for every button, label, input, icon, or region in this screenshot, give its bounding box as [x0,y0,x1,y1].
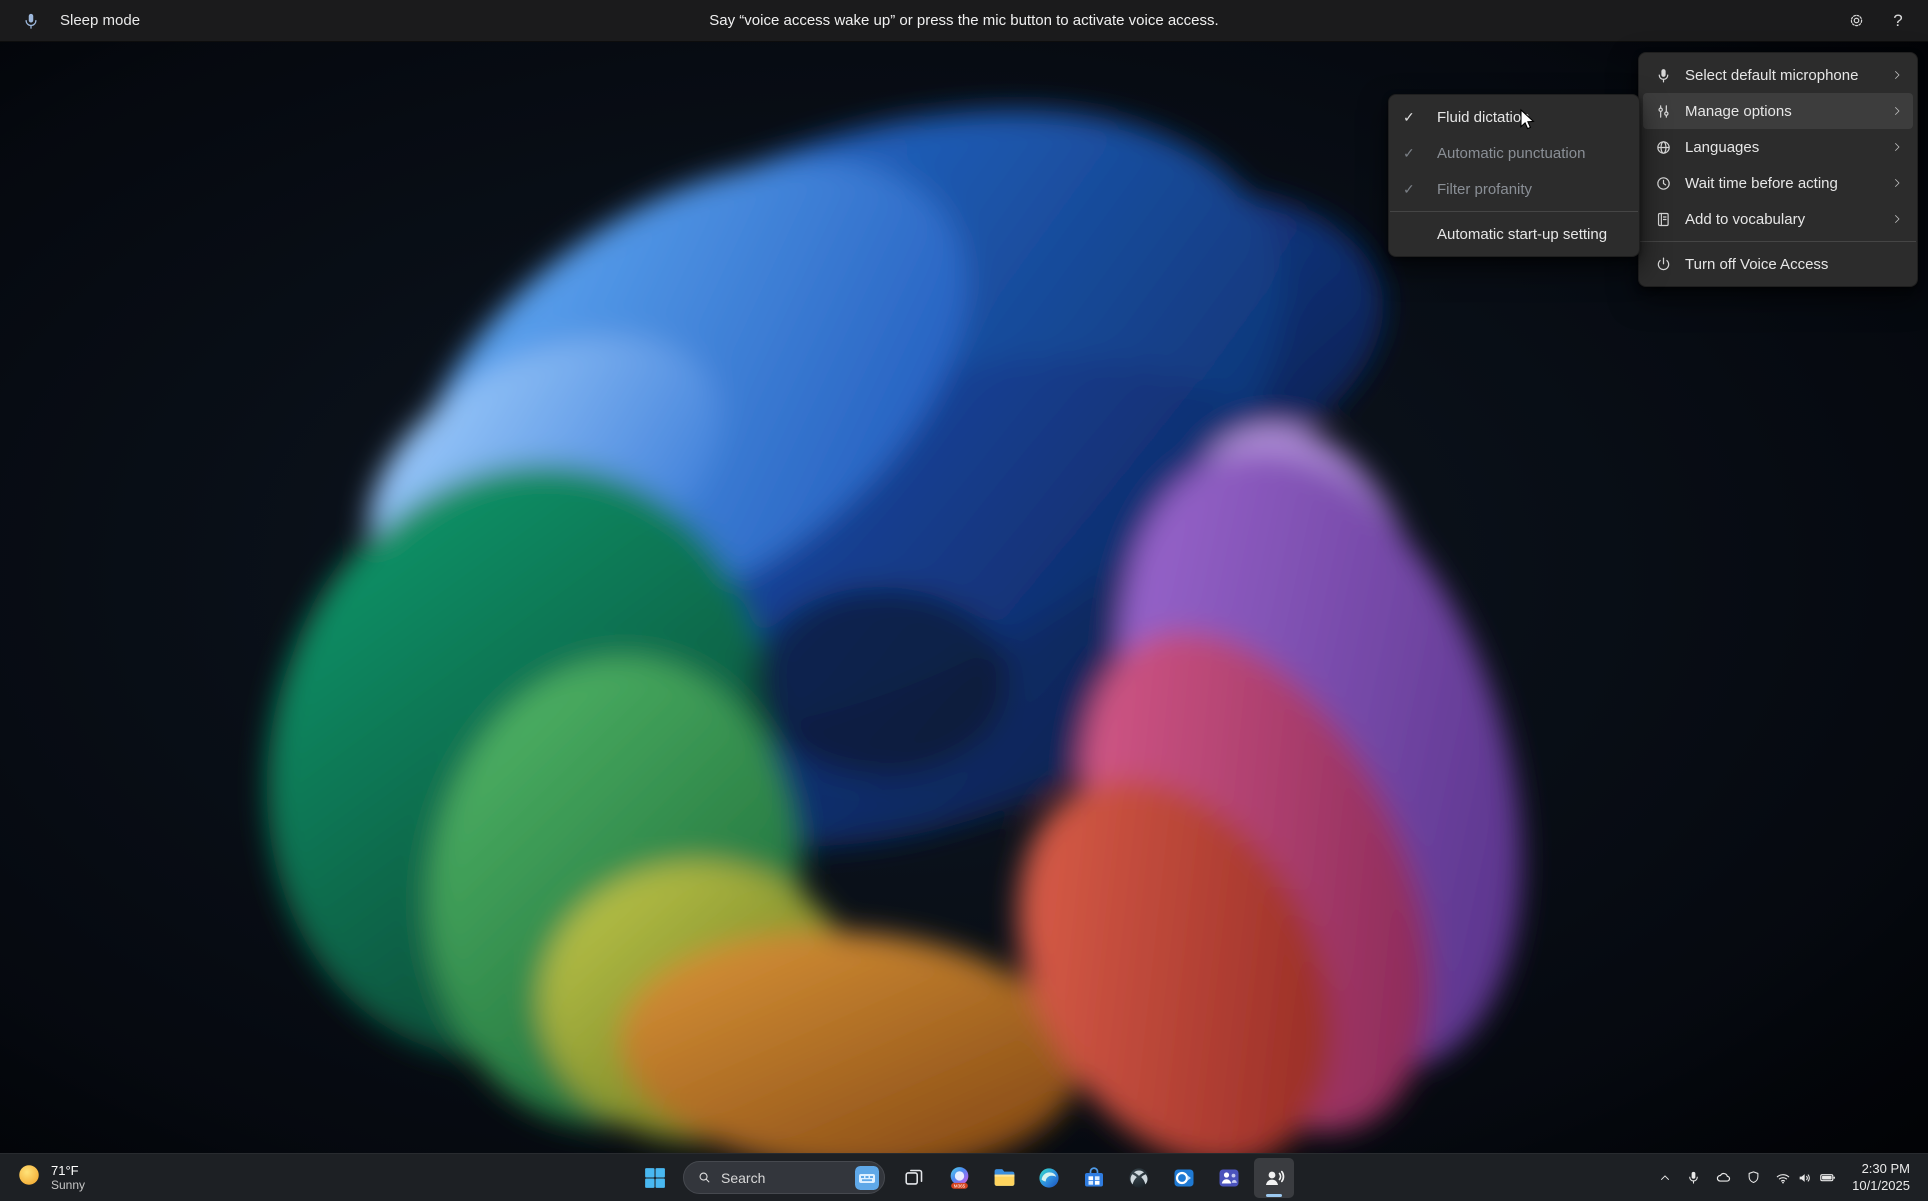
chevron-right-icon [1891,213,1903,225]
search-icon [697,1170,712,1185]
menu-item-select-default-microphone[interactable]: Select default microphone [1643,57,1913,93]
quick-settings-button[interactable] [1769,1160,1842,1196]
microphone-icon [1653,67,1673,84]
voice-access-mode-label: Sleep mode [60,12,140,29]
file-explorer-icon [992,1165,1017,1190]
clock-button[interactable]: 2:30 PM 10/1/2025 [1844,1161,1918,1195]
voice-access-app-button[interactable] [1254,1158,1294,1198]
xbox-button[interactable] [1119,1158,1159,1198]
menu-item-label: Languages [1685,139,1879,156]
m365-copilot-icon: M365 [947,1165,972,1190]
chevron-right-icon [1891,177,1903,189]
onedrive-cloud-icon [1715,1169,1732,1186]
menu-separator [1390,211,1638,212]
weather-condition: Sunny [51,1178,85,1192]
m365-badge: M365 [953,1184,965,1189]
voice-access-settings-gear-icon[interactable] [1840,5,1872,37]
menu-item-languages[interactable]: Languages [1643,129,1913,165]
task-view-icon [903,1167,925,1189]
windows-desktop-screen: Sleep mode Say “voice access wake up” or… [0,0,1928,1201]
task-view-button[interactable] [894,1158,934,1198]
chevron-right-icon [1891,141,1903,153]
submenu-item-label: Fluid dictation [1437,109,1625,126]
outlook-button[interactable] [1164,1158,1204,1198]
vocabulary-book-icon [1653,211,1673,228]
file-explorer-button[interactable] [984,1158,1024,1198]
tray-microphone-button[interactable] [1680,1160,1707,1196]
show-hidden-icons-button[interactable] [1652,1160,1678,1196]
tray-time: 2:30 PM [1862,1161,1910,1178]
weather-widget-button[interactable]: 71°F Sunny [4,1154,97,1201]
voice-access-app-icon [1262,1166,1286,1190]
active-app-indicator [1266,1194,1282,1197]
microsoft-store-button[interactable] [1074,1158,1114,1198]
chevron-right-icon [1891,69,1903,81]
menu-item-label: Wait time before acting [1685,175,1879,192]
menu-item-label: Manage options [1685,103,1879,120]
sliders-icon [1653,103,1673,120]
manage-options-submenu: ✓ Fluid dictation ✓ Automatic punctuatio… [1388,94,1640,257]
menu-item-label: Turn off Voice Access [1685,256,1903,273]
sun-icon [16,1162,42,1193]
check-icon: ✓ [1403,181,1425,198]
microsoft-store-icon [1082,1166,1106,1190]
edge-button[interactable] [1029,1158,1069,1198]
m365-copilot-button[interactable]: M365 [939,1158,979,1198]
teams-icon [1217,1166,1241,1190]
submenu-item-label: Automatic start-up setting [1437,226,1625,243]
voice-access-message: Say “voice access wake up” or press the … [709,12,1218,29]
menu-item-wait-time[interactable]: Wait time before acting [1643,165,1913,201]
submenu-item-label: Automatic punctuation [1437,145,1625,162]
windows-logo-icon [642,1165,667,1190]
onedrive-button[interactable] [1709,1160,1738,1196]
microphone-icon[interactable] [18,8,44,34]
wifi-icon [1775,1170,1791,1186]
windows-security-button[interactable] [1740,1160,1767,1196]
battery-icon [1819,1169,1836,1186]
voice-access-help-icon[interactable]: ? [1882,5,1914,37]
menu-item-manage-options[interactable]: Manage options [1643,93,1913,129]
submenu-item-fluid-dictation[interactable]: ✓ Fluid dictation [1393,99,1635,135]
chevron-up-icon [1658,1171,1672,1185]
chevron-right-icon [1891,105,1903,117]
edge-icon [1037,1166,1061,1190]
menu-item-turn-off-voice-access[interactable]: Turn off Voice Access [1643,246,1913,282]
taskbar: 71°F Sunny Search [0,1153,1928,1201]
search-highlights-icon [855,1166,879,1190]
xbox-icon [1127,1166,1151,1190]
submenu-item-automatic-punctuation[interactable]: ✓ Automatic punctuation [1393,135,1635,171]
submenu-item-filter-profanity[interactable]: ✓ Filter profanity [1393,171,1635,207]
menu-item-add-to-vocabulary[interactable]: Add to vocabulary [1643,201,1913,237]
voice-access-settings-menu: Select default microphone Manage options… [1638,52,1918,287]
tray-microphone-icon [1686,1170,1701,1185]
menu-separator [1640,241,1916,242]
outlook-icon [1172,1166,1196,1190]
clock-icon [1653,175,1673,192]
teams-button[interactable] [1209,1158,1249,1198]
start-button[interactable] [634,1158,674,1198]
volume-icon [1797,1170,1813,1186]
languages-icon [1653,139,1673,156]
menu-item-label: Add to vocabulary [1685,211,1879,228]
submenu-item-label: Filter profanity [1437,181,1625,198]
security-shield-icon [1746,1170,1761,1185]
menu-item-label: Select default microphone [1685,67,1879,84]
weather-temperature: 71°F [51,1163,85,1179]
tray-date: 10/1/2025 [1852,1178,1910,1195]
check-icon: ✓ [1403,145,1425,162]
power-icon [1653,256,1673,273]
check-icon: ✓ [1403,109,1425,126]
voice-access-bar: Sleep mode Say “voice access wake up” or… [0,0,1928,42]
search-placeholder: Search [721,1170,846,1186]
submenu-item-automatic-startup-setting[interactable]: Automatic start-up setting [1393,216,1635,252]
search-box[interactable]: Search [683,1161,885,1194]
